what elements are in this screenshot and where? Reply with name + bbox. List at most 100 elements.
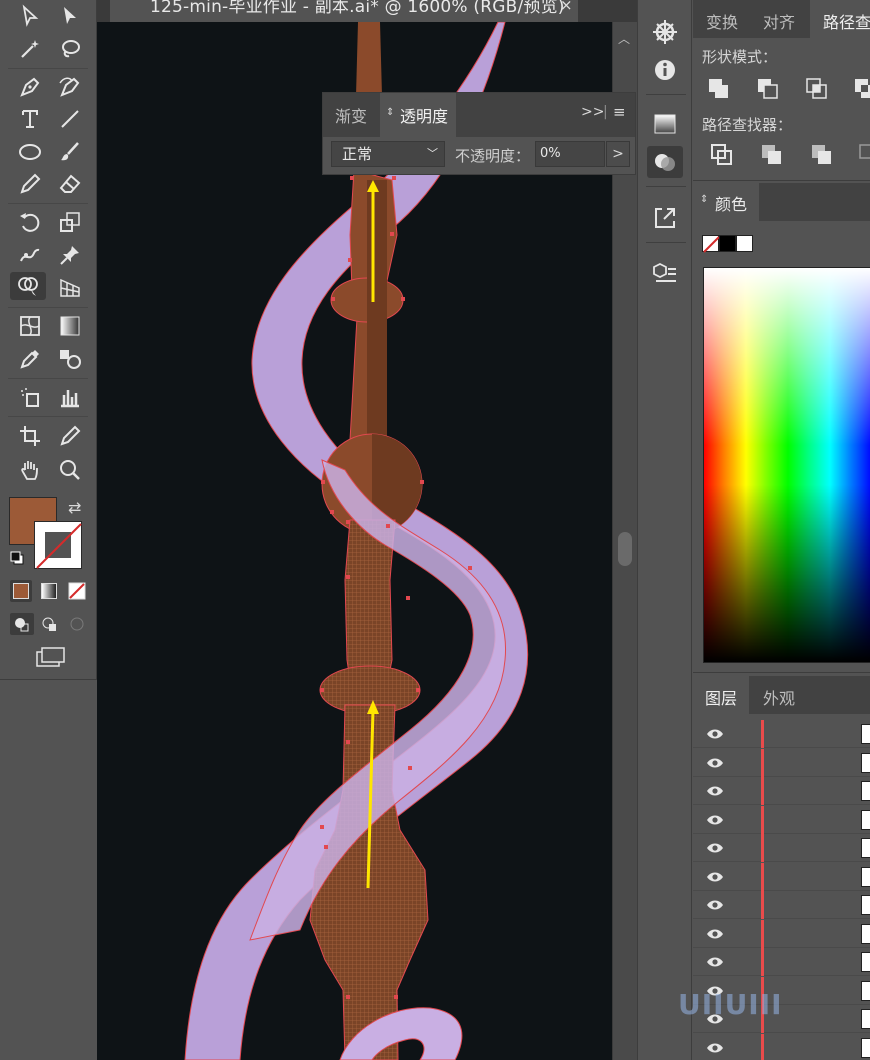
visibility-eye-icon[interactable] [706,841,724,855]
column-graph-tool-icon[interactable] [56,383,84,411]
symbol-sprayer-tool-icon[interactable] [16,383,44,411]
layer-row[interactable] [693,748,870,777]
visibility-eye-icon[interactable] [706,1041,724,1055]
layer-row[interactable] [693,805,870,834]
layer-thumbnail [861,838,870,858]
visibility-eye-icon[interactable] [706,898,724,912]
none-mode-button[interactable] [66,580,88,602]
tab-appearance[interactable]: 外观 [763,685,795,709]
color-spectrum[interactable] [703,267,870,663]
exclude-button[interactable] [853,77,870,101]
mesh-tool-icon[interactable] [16,312,44,340]
eraser-tool-icon[interactable] [56,170,84,198]
scroll-up-icon[interactable]: ︿ [618,30,630,47]
paintbrush-tool-icon[interactable] [56,138,84,166]
line-tool-icon[interactable] [56,105,84,133]
color-mode-button[interactable] [10,580,32,602]
panel-collapse-icon[interactable]: ⇕ [386,107,394,118]
layer-row[interactable] [693,1033,870,1060]
tab-align[interactable]: 对齐 [763,9,795,33]
pencil-tool-icon[interactable] [16,170,44,198]
visibility-eye-icon[interactable] [706,870,724,884]
layer-row[interactable] [693,891,870,919]
minus-front-button[interactable] [756,77,780,101]
layer-row[interactable] [693,862,870,891]
type-tool-icon[interactable] [16,105,44,133]
gradient-panel-icon[interactable] [647,108,683,140]
trim-button[interactable] [760,143,784,167]
magic-wand-icon[interactable] [16,35,44,63]
scale-tool-icon[interactable] [56,208,84,236]
rotate-tool-icon[interactable] [16,208,44,236]
default-colors-icon[interactable] [10,551,24,565]
expand-panel-icon[interactable]: >> [581,104,604,120]
draw-inside-icon[interactable] [66,613,90,635]
merge-button[interactable] [810,143,834,167]
pen-tool-icon[interactable] [16,73,44,101]
slice-tool-icon[interactable] [56,422,84,450]
zoom-tool-icon[interactable] [56,456,84,484]
visibility-eye-icon[interactable] [706,756,724,770]
layer-row[interactable] [693,919,870,948]
scrollbar-thumb[interactable] [618,532,632,566]
ellipse-tool-icon[interactable] [16,138,44,166]
tab-layers[interactable]: 图层 [693,676,749,714]
swap-colors-icon[interactable]: ⇄ [68,498,81,517]
opacity-slider-button[interactable]: > [606,141,630,167]
3d-materials-icon[interactable] [647,258,683,290]
visibility-eye-icon[interactable] [706,784,724,798]
blend-tool-icon[interactable] [56,345,84,373]
panel-collapse-icon[interactable]: ⇕ [700,194,708,205]
artboard-tool-icon[interactable] [16,422,44,450]
white-swatch[interactable] [736,235,753,252]
lasso-icon[interactable] [56,35,84,63]
gradient-mode-button[interactable] [38,580,60,602]
vertical-scrollbar[interactable]: ︿ [612,22,637,1060]
blend-mode-select[interactable]: 正常 ﹀ [331,141,445,167]
hand-tool-icon[interactable] [16,456,44,484]
intersect-button[interactable] [805,77,829,101]
shape-builder-tool-icon[interactable] [10,272,46,300]
artboard-canvas[interactable] [97,22,612,1060]
pin-icon[interactable] [56,241,84,269]
staff-artwork[interactable] [97,22,612,1060]
export-icon[interactable] [647,202,683,234]
visibility-eye-icon[interactable] [706,955,724,969]
stroke-color-swatch[interactable] [34,521,82,569]
layer-row[interactable] [693,834,870,862]
layer-row[interactable] [693,777,870,805]
gradient-tool-icon[interactable] [56,312,84,340]
none-swatch[interactable] [702,235,720,253]
puppet-warp-tool-icon[interactable] [16,241,44,269]
black-swatch[interactable] [719,235,736,252]
crop-button[interactable] [858,143,870,167]
layer-row[interactable] [693,720,870,748]
change-screen-mode-icon[interactable] [34,645,66,669]
visibility-eye-icon[interactable] [706,727,724,741]
selection-tool-icon[interactable] [16,2,44,30]
draw-normal-icon[interactable] [10,613,34,635]
info-icon[interactable] [647,54,683,86]
unite-button[interactable] [707,77,731,101]
direct-selection-tool-icon[interactable] [56,2,84,30]
navigator-icon[interactable] [647,16,683,48]
document-tab[interactable]: 125-min-毕业作业 - 副本.ai* @ 1600% (RGB/预览) × [110,0,578,22]
draw-behind-icon[interactable] [38,613,62,635]
curvature-tool-icon[interactable] [56,73,84,101]
panel-menu-icon[interactable]: ≡ [613,103,626,121]
transparency-panel-icon[interactable] [647,146,683,178]
visibility-eye-icon[interactable] [706,927,724,941]
divide-button[interactable] [710,143,734,167]
close-icon[interactable]: × [560,0,573,14]
eyedropper-tool-icon[interactable] [16,345,44,373]
tab-transform[interactable]: 变换 [706,9,738,33]
layer-row[interactable] [693,948,870,976]
tab-color[interactable]: ⇕ 颜色 [693,183,759,221]
tab-gradient[interactable]: 渐变 [335,103,367,127]
opacity-input[interactable]: 0% [535,141,605,167]
perspective-grid-tool-icon[interactable] [56,274,84,302]
tab-transparency[interactable]: ⇕ 透明度 [380,93,456,137]
tab-pathfinder[interactable]: 路径查 [810,0,870,38]
visibility-eye-icon[interactable] [706,813,724,827]
layer-thumbnail [861,1037,870,1058]
